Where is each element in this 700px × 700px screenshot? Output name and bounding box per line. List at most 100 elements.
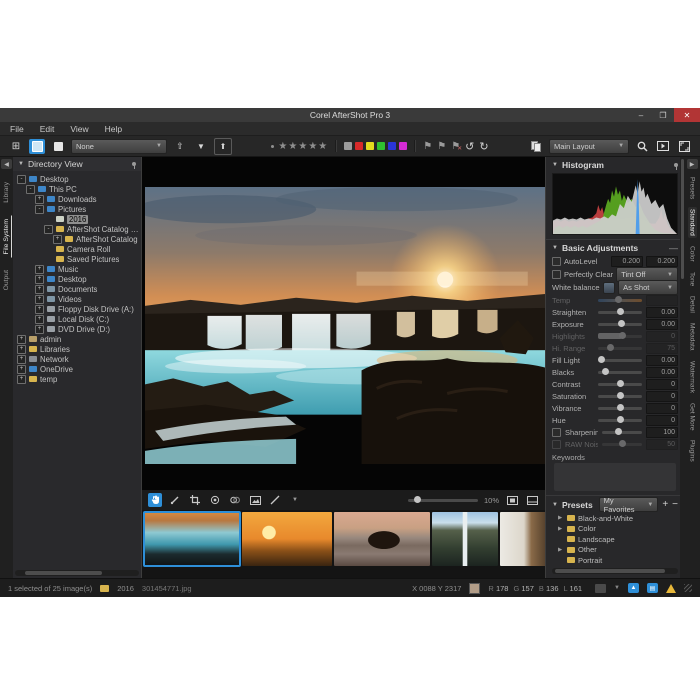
- transfer-status-icon[interactable]: ▤: [647, 583, 658, 593]
- filter-icon[interactable]: ▼: [193, 139, 209, 154]
- tree-item-desktop2[interactable]: +Desktop: [13, 274, 141, 284]
- pan-tool[interactable]: [148, 493, 162, 507]
- perfectly-clear-checkbox[interactable]: [552, 270, 561, 279]
- crop-tool[interactable]: [188, 493, 202, 507]
- preset-folder-other[interactable]: ▶Other: [546, 545, 684, 556]
- tree-item-floppy-a[interactable]: +Floppy Disk Drive (A:): [13, 304, 141, 314]
- sharpening-value[interactable]: 100: [646, 427, 678, 438]
- tree-item-videos[interactable]: +Videos: [13, 294, 141, 304]
- menu-edit[interactable]: Edit: [40, 124, 55, 134]
- tree-item-music[interactable]: +Music: [13, 264, 141, 274]
- tree-item-local-c[interactable]: +Local Disk (C:): [13, 314, 141, 324]
- autolevel-low-field[interactable]: 0.200: [611, 256, 643, 267]
- collapse-icon[interactable]: -: [35, 205, 44, 214]
- exposure-slider[interactable]: [598, 323, 642, 326]
- highlights-value[interactable]: 0: [646, 331, 678, 342]
- line-tool[interactable]: [268, 493, 282, 507]
- expand-icon[interactable]: +: [17, 355, 26, 364]
- resize-grip[interactable]: [684, 584, 692, 592]
- tree-item-dvd-d[interactable]: +DVD Drive (D:): [13, 324, 141, 334]
- collapse-section-icon[interactable]: —: [669, 246, 678, 250]
- temp-slider[interactable]: [598, 299, 642, 302]
- tree-item-2016[interactable]: +2016: [13, 214, 141, 224]
- autolevel-high-field[interactable]: 0.200: [646, 256, 678, 267]
- preset-folder-color[interactable]: ▶Color: [546, 524, 684, 535]
- flag-pick-icon[interactable]: ⚑: [423, 141, 432, 152]
- label-blue[interactable]: [388, 142, 396, 150]
- directory-panel-header[interactable]: ▼ Directory View: [13, 157, 141, 171]
- vibrance-value[interactable]: 0: [646, 403, 678, 414]
- redeye-tool[interactable]: [208, 493, 222, 507]
- clone-tool[interactable]: [228, 493, 242, 507]
- blacks-slider[interactable]: [598, 371, 642, 374]
- tab-metadata[interactable]: Metadata: [688, 321, 697, 353]
- tree-item-documents[interactable]: +Documents: [13, 284, 141, 294]
- raw-noise-slider[interactable]: [602, 443, 642, 446]
- tree-item-saved-pictures[interactable]: +Saved Pictures: [13, 254, 141, 264]
- tree-item-network[interactable]: +Network: [13, 354, 141, 364]
- tree-item-downloads[interactable]: +Downloads: [13, 194, 141, 204]
- sync-status-icon[interactable]: ▲: [628, 583, 639, 593]
- menu-help[interactable]: Help: [105, 124, 122, 134]
- menu-file[interactable]: File: [10, 124, 24, 134]
- highlights-slider[interactable]: [598, 335, 642, 338]
- expand-icon[interactable]: +: [35, 315, 44, 324]
- tab-output[interactable]: Output: [2, 267, 11, 293]
- single-view-icon[interactable]: [50, 139, 66, 154]
- blacks-value[interactable]: 0.00: [646, 367, 678, 378]
- label-green[interactable]: [377, 142, 385, 150]
- collapse-icon[interactable]: -: [26, 185, 35, 194]
- sort-icon[interactable]: ⇧: [172, 139, 188, 154]
- more-tools-chevron-icon[interactable]: ▼: [288, 493, 302, 507]
- thumbnail-owl-tree[interactable]: [500, 512, 545, 566]
- presets-dropdown[interactable]: My Favorites▼: [599, 497, 659, 512]
- sharpening-slider[interactable]: [602, 431, 642, 434]
- histogram-header[interactable]: ▼ Histogram: [546, 157, 684, 172]
- presets-hscrollbar[interactable]: [552, 568, 678, 574]
- raw-noise-value[interactable]: 50: [646, 439, 678, 450]
- expand-icon[interactable]: +: [35, 195, 44, 204]
- tab-standard[interactable]: Standard: [688, 207, 697, 238]
- pin-icon[interactable]: [132, 162, 136, 166]
- tab-color[interactable]: Color: [688, 244, 697, 264]
- tree-item-camera-roll[interactable]: +Camera Roll: [13, 244, 141, 254]
- presets-header[interactable]: ▼ Presets My Favorites▼ + −: [546, 495, 684, 513]
- thumbnail-waterfall-selected[interactable]: [144, 512, 240, 566]
- copy-settings-icon[interactable]: [528, 139, 544, 154]
- brush-tool[interactable]: [168, 493, 182, 507]
- expand-icon[interactable]: +: [35, 325, 44, 334]
- undo-icon[interactable]: ↺: [465, 140, 474, 153]
- tab-watermark[interactable]: Watermark: [688, 359, 697, 395]
- label-yellow[interactable]: [366, 142, 374, 150]
- camera-info-icon[interactable]: [595, 584, 606, 593]
- fill-light-value[interactable]: 0.00: [646, 355, 678, 366]
- tree-item-this-pc[interactable]: -This PC: [13, 184, 141, 194]
- tree-item-desktop[interactable]: -Desktop: [13, 174, 141, 184]
- keywords-input[interactable]: [554, 463, 676, 491]
- straighten-slider[interactable]: [598, 311, 642, 314]
- preset-folder-portrait[interactable]: Portrait: [546, 555, 684, 566]
- redo-icon[interactable]: ↻: [479, 140, 488, 153]
- import-icon[interactable]: ⬆: [214, 138, 232, 155]
- temp-value[interactable]: [646, 295, 678, 306]
- tab-detail[interactable]: Detail: [688, 294, 697, 315]
- expand-icon[interactable]: +: [53, 235, 62, 244]
- tree-item-aftershot-catalog-3[interactable]: -AfterShot Catalog 3 B...: [13, 224, 141, 234]
- expand-icon[interactable]: +: [17, 335, 26, 344]
- directory-hscrollbar[interactable]: [15, 570, 139, 576]
- collapse-right-panel-icon[interactable]: ▶: [687, 159, 698, 169]
- collapse-left-panel-icon[interactable]: ◀: [1, 159, 12, 169]
- search-icon[interactable]: [634, 139, 650, 154]
- thumbnail-horses-sunset[interactable]: [242, 512, 332, 566]
- add-preset-button[interactable]: +: [662, 499, 668, 510]
- tab-plugins[interactable]: Plugins: [688, 438, 697, 464]
- expand-icon[interactable]: +: [17, 365, 26, 374]
- preset-folder-black-and-white[interactable]: ▶Black-and-White: [546, 513, 684, 524]
- white-balance-dropdown[interactable]: As Shot▼: [618, 280, 678, 295]
- tree-item-onedrive[interactable]: +OneDrive: [13, 364, 141, 374]
- hue-value[interactable]: 0: [646, 415, 678, 426]
- watermark-tool[interactable]: [248, 493, 262, 507]
- pin-icon[interactable]: [674, 163, 678, 167]
- autolevel-checkbox[interactable]: [552, 257, 561, 266]
- saturation-slider[interactable]: [598, 395, 642, 398]
